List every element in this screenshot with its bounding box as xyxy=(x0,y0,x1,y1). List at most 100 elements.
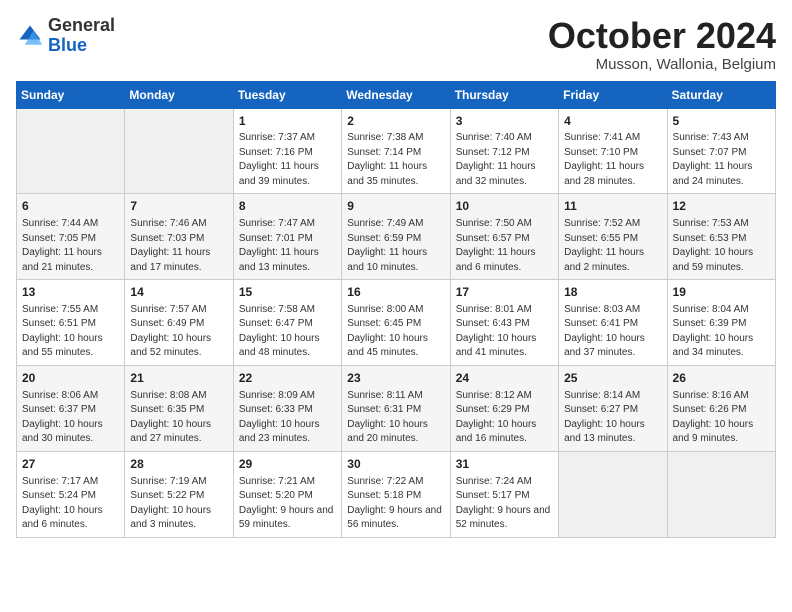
day-info: Sunrise: 7:52 AMSunset: 6:55 PMDaylight:… xyxy=(564,217,661,275)
day-info: Sunrise: 7:17 AMSunset: 5:24 PMDaylight:… xyxy=(22,475,119,533)
cell-w3-d0: 13Sunrise: 7:55 AMSunset: 6:51 PMDayligh… xyxy=(17,280,125,366)
day-info: Sunrise: 7:43 AMSunset: 7:07 PMDaylight:… xyxy=(673,131,770,189)
cell-w2-d3: 9Sunrise: 7:49 AMSunset: 6:59 PMDaylight… xyxy=(342,194,450,280)
day-number: 24 xyxy=(456,370,553,387)
day-info: Sunrise: 7:38 AMSunset: 7:14 PMDaylight:… xyxy=(347,131,444,189)
calendar-table: Sunday Monday Tuesday Wednesday Thursday… xyxy=(16,81,776,538)
day-info: Sunrise: 8:06 AMSunset: 6:37 PMDaylight:… xyxy=(22,389,119,447)
day-info: Sunrise: 7:47 AMSunset: 7:01 PMDaylight:… xyxy=(239,217,336,275)
cell-w3-d4: 17 Sunrise: 8:01 AMSunset: 6:43 PMDayligh… xyxy=(450,280,558,366)
day-number: 25 xyxy=(564,370,661,387)
day-number: 13 xyxy=(22,284,119,301)
day-info: Sunrise: 7:41 AMSunset: 7:10 PMDaylight:… xyxy=(564,131,661,189)
cell-w5-d6 xyxy=(667,451,775,537)
col-thursday: Thursday xyxy=(450,81,558,108)
cell-w4-d3: 23 Sunrise: 8:11 AMSunset: 6:31 PMDayligh… xyxy=(342,365,450,451)
day-number: 10 xyxy=(456,198,553,215)
day-number: 16 xyxy=(347,284,444,301)
cell-w1-d5: 4Sunrise: 7:41 AMSunset: 7:10 PMDaylight… xyxy=(559,108,667,194)
day-number: 22 xyxy=(239,370,336,387)
cell-w3-d5: 18Sunrise: 8:03 AMSunset: 6:41 PMDayligh… xyxy=(559,280,667,366)
day-info: Sunrise: 8:04 AMSunset: 6:39 PMDaylight:… xyxy=(673,303,770,361)
day-number: 14 xyxy=(130,284,227,301)
day-number: 21 xyxy=(130,370,227,387)
day-info: Sunrise: 8:16 AMSunset: 6:26 PMDaylight:… xyxy=(673,389,770,447)
day-info: Sunrise: 7:21 AMSunset: 5:20 PMDaylight:… xyxy=(239,475,336,533)
day-number: 20 xyxy=(22,370,119,387)
day-info: Sunrise: 7:58 AMSunset: 6:47 PMDaylight:… xyxy=(239,303,336,361)
day-number: 2 xyxy=(347,113,444,130)
day-number: 12 xyxy=(673,198,770,215)
day-info: Sunrise: 8:03 AMSunset: 6:41 PMDaylight:… xyxy=(564,303,661,361)
day-number: 31 xyxy=(456,456,553,473)
day-info: Sunrise: 8:09 AMSunset: 6:33 PMDaylight:… xyxy=(239,389,336,447)
calendar-header-row: Sunday Monday Tuesday Wednesday Thursday… xyxy=(17,81,776,108)
cell-w2-d4: 10Sunrise: 7:50 AMSunset: 6:57 PMDayligh… xyxy=(450,194,558,280)
cell-w1-d0 xyxy=(17,108,125,194)
col-friday: Friday xyxy=(559,81,667,108)
cell-w5-d5 xyxy=(559,451,667,537)
col-tuesday: Tuesday xyxy=(233,81,341,108)
page-header: General Blue October 2024 Musson, Wallon… xyxy=(16,16,776,73)
logo-icon xyxy=(16,22,44,50)
day-info: Sunrise: 7:40 AMSunset: 7:12 PMDaylight:… xyxy=(456,131,553,189)
location: Musson, Wallonia, Belgium xyxy=(548,56,776,73)
day-number: 11 xyxy=(564,198,661,215)
day-info: Sunrise: 8:11 AMSunset: 6:31 PMDaylight:… xyxy=(347,389,444,447)
day-info: Sunrise: 8:08 AMSunset: 6:35 PMDaylight:… xyxy=(130,389,227,447)
cell-w3-d3: 16 Sunrise: 8:00 AMSunset: 6:45 PMDayligh… xyxy=(342,280,450,366)
logo-text: General Blue xyxy=(48,16,115,56)
col-monday: Monday xyxy=(125,81,233,108)
cell-w3-d1: 14 Sunrise: 7:57 AMSunset: 6:49 PMDayligh… xyxy=(125,280,233,366)
day-number: 27 xyxy=(22,456,119,473)
cell-w4-d5: 25Sunrise: 8:14 AMSunset: 6:27 PMDayligh… xyxy=(559,365,667,451)
day-info: Sunrise: 8:12 AMSunset: 6:29 PMDaylight:… xyxy=(456,389,553,447)
cell-w1-d1 xyxy=(125,108,233,194)
week-row-3: 13Sunrise: 7:55 AMSunset: 6:51 PMDayligh… xyxy=(17,280,776,366)
cell-w1-d6: 5Sunrise: 7:43 AMSunset: 7:07 PMDaylight… xyxy=(667,108,775,194)
cell-w5-d4: 31 Sunrise: 7:24 AMSunset: 5:17 PMDayligh… xyxy=(450,451,558,537)
title-block: October 2024 Musson, Wallonia, Belgium xyxy=(548,16,776,73)
day-number: 17 xyxy=(456,284,553,301)
cell-w2-d5: 11 Sunrise: 7:52 AMSunset: 6:55 PMDayligh… xyxy=(559,194,667,280)
week-row-4: 20 Sunrise: 8:06 AMSunset: 6:37 PMDayligh… xyxy=(17,365,776,451)
cell-w1-d2: 1Sunrise: 7:37 AMSunset: 7:16 PMDaylight… xyxy=(233,108,341,194)
day-info: Sunrise: 7:53 AMSunset: 6:53 PMDaylight:… xyxy=(673,217,770,275)
day-number: 3 xyxy=(456,113,553,130)
col-saturday: Saturday xyxy=(667,81,775,108)
day-info: Sunrise: 7:46 AMSunset: 7:03 PMDaylight:… xyxy=(130,217,227,275)
day-info: Sunrise: 7:19 AMSunset: 5:22 PMDaylight:… xyxy=(130,475,227,533)
day-number: 5 xyxy=(673,113,770,130)
day-info: Sunrise: 8:00 AMSunset: 6:45 PMDaylight:… xyxy=(347,303,444,361)
month-title: October 2024 xyxy=(548,16,776,56)
day-number: 30 xyxy=(347,456,444,473)
day-info: Sunrise: 7:24 AMSunset: 5:17 PMDaylight:… xyxy=(456,475,553,533)
day-number: 29 xyxy=(239,456,336,473)
day-number: 26 xyxy=(673,370,770,387)
cell-w2-d6: 12 Sunrise: 7:53 AMSunset: 6:53 PMDayligh… xyxy=(667,194,775,280)
cell-w3-d2: 15Sunrise: 7:58 AMSunset: 6:47 PMDayligh… xyxy=(233,280,341,366)
cell-w5-d1: 28Sunrise: 7:19 AMSunset: 5:22 PMDayligh… xyxy=(125,451,233,537)
day-number: 6 xyxy=(22,198,119,215)
day-number: 19 xyxy=(673,284,770,301)
cell-w5-d2: 29 Sunrise: 7:21 AMSunset: 5:20 PMDayligh… xyxy=(233,451,341,537)
day-number: 4 xyxy=(564,113,661,130)
cell-w5-d3: 30Sunrise: 7:22 AMSunset: 5:18 PMDayligh… xyxy=(342,451,450,537)
day-info: Sunrise: 7:44 AMSunset: 7:05 PMDaylight:… xyxy=(22,217,119,275)
day-number: 1 xyxy=(239,113,336,130)
cell-w5-d0: 27 Sunrise: 7:17 AMSunset: 5:24 PMDayligh… xyxy=(17,451,125,537)
cell-w4-d1: 21 Sunrise: 8:08 AMSunset: 6:35 PMDayligh… xyxy=(125,365,233,451)
logo: General Blue xyxy=(16,16,115,56)
day-number: 23 xyxy=(347,370,444,387)
cell-w1-d3: 2Sunrise: 7:38 AMSunset: 7:14 PMDaylight… xyxy=(342,108,450,194)
cell-w1-d4: 3Sunrise: 7:40 AMSunset: 7:12 PMDaylight… xyxy=(450,108,558,194)
cell-w2-d0: 6 Sunrise: 7:44 AMSunset: 7:05 PMDaylight… xyxy=(17,194,125,280)
cell-w2-d1: 7Sunrise: 7:46 AMSunset: 7:03 PMDaylight… xyxy=(125,194,233,280)
day-info: Sunrise: 7:37 AMSunset: 7:16 PMDaylight:… xyxy=(239,131,336,189)
col-sunday: Sunday xyxy=(17,81,125,108)
logo-general: General xyxy=(48,15,115,35)
day-info: Sunrise: 8:01 AMSunset: 6:43 PMDaylight:… xyxy=(456,303,553,361)
col-wednesday: Wednesday xyxy=(342,81,450,108)
day-info: Sunrise: 7:57 AMSunset: 6:49 PMDaylight:… xyxy=(130,303,227,361)
week-row-5: 27 Sunrise: 7:17 AMSunset: 5:24 PMDayligh… xyxy=(17,451,776,537)
